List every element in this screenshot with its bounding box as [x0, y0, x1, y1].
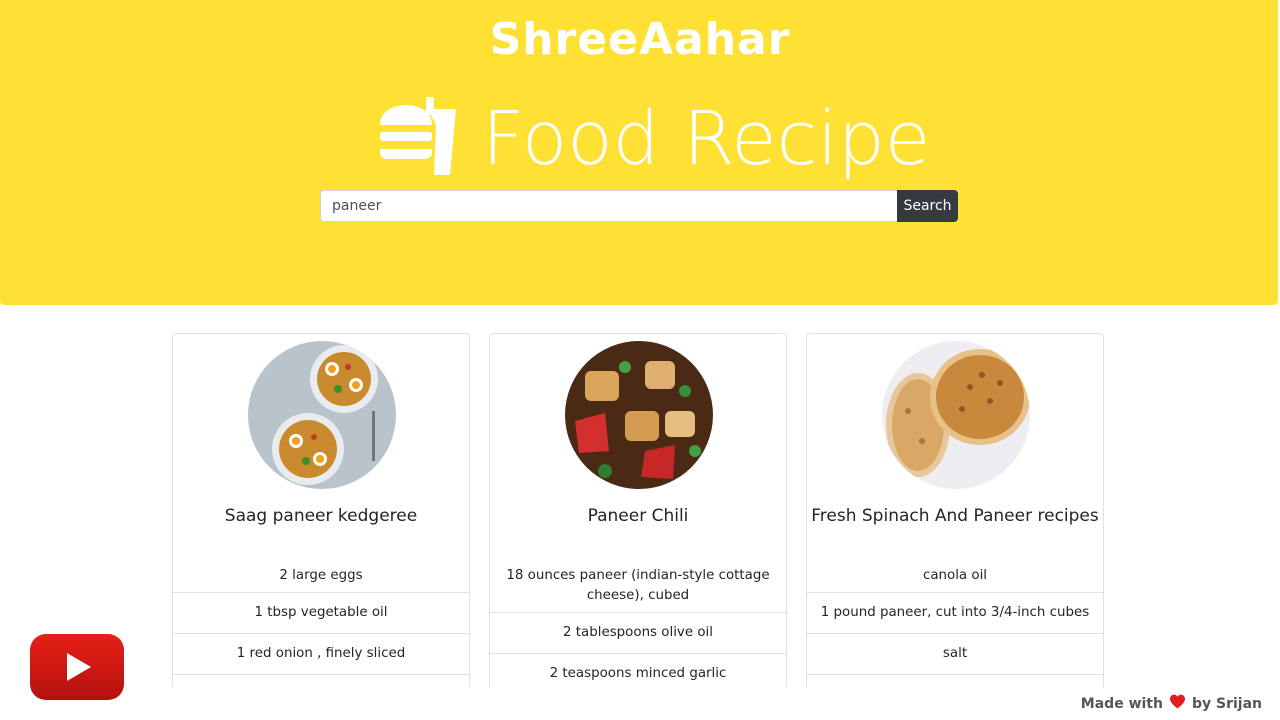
burger-drink-icon: [378, 97, 482, 181]
ingredient-list: canola oil 1 pound paneer, cut into 3/4-…: [807, 559, 1103, 687]
ingredient-item: 2 teaspoons minced garlic: [490, 653, 786, 687]
hero-heading: Food Recipe: [378, 84, 930, 194]
footer-suffix: by Srijan: [1191, 695, 1262, 712]
ingredient-item: 18 ounces paneer (indian-style cottage c…: [506, 567, 770, 603]
youtube-icon[interactable]: [30, 634, 124, 700]
search-bar: Search: [320, 190, 958, 222]
ingredient-item: 2 large eggs: [279, 567, 363, 583]
ingredient-item: [173, 674, 469, 687]
ingredient-item: 1 tbsp vegetable oil: [173, 592, 469, 633]
search-input[interactable]: [320, 190, 897, 222]
recipe-card[interactable]: Fresh Spinach And Paneer recipes canola …: [806, 333, 1104, 687]
brand-title: ShreeAahar: [489, 14, 791, 65]
hero-banner: ShreeAahar Food Recipe Search: [0, 0, 1278, 305]
recipe-image: [248, 341, 396, 489]
ingredient-item: canola oil: [922, 567, 988, 583]
recipe-title: Paneer Chili: [587, 506, 689, 526]
footer-credit: Made with by Srijan: [1081, 694, 1262, 713]
ingredient-item: 2 tablespoons olive oil: [490, 612, 786, 653]
recipe-title: Saag paneer kedgeree: [224, 506, 418, 526]
recipe-title: Fresh Spinach And Paneer recipes: [811, 506, 1099, 526]
search-button[interactable]: Search: [897, 190, 958, 222]
recipe-image: [882, 341, 1030, 489]
ingredient-list: 2 large eggs 1 tbsp vegetable oil 1 red …: [173, 559, 469, 687]
recipe-image: [565, 341, 713, 489]
recipe-cards: Saag paneer kedgeree 2 large eggs 1 tbsp…: [172, 333, 1106, 687]
ingredient-item: salt: [807, 633, 1103, 674]
hero-title: Food Recipe: [482, 96, 931, 182]
ingredient-list: 18 ounces paneer (indian-style cottage c…: [490, 559, 786, 687]
ingredient-item: 1 red onion , finely sliced: [173, 633, 469, 674]
footer-prefix: Made with: [1080, 695, 1163, 712]
ingredient-item: 1 pound paneer, cut into 3/4-inch cubes: [807, 592, 1103, 633]
recipe-card[interactable]: Paneer Chili 18 ounces paneer (indian-st…: [489, 333, 787, 687]
heart-icon: [1169, 694, 1186, 713]
recipe-card[interactable]: Saag paneer kedgeree 2 large eggs 1 tbsp…: [172, 333, 470, 687]
ingredient-item: [807, 674, 1103, 687]
